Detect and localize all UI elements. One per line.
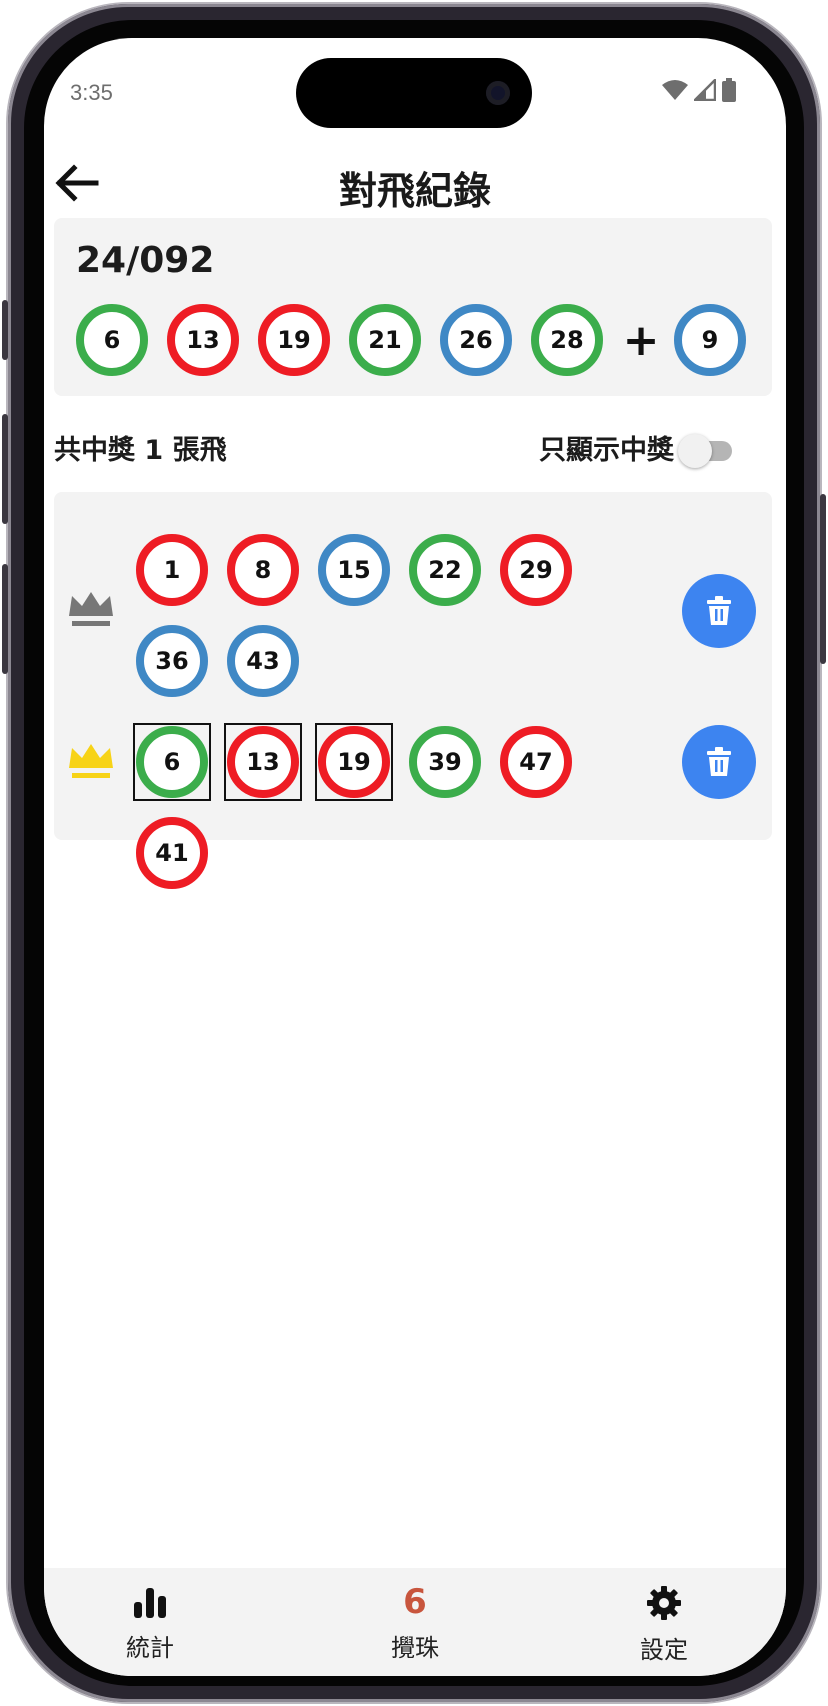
ticket-ball: 43: [227, 625, 299, 697]
nav-item-settings[interactable]: 設定: [604, 1586, 724, 1665]
ticket-ball: 41: [136, 817, 208, 889]
draw-ball: 28: [531, 304, 603, 376]
winners-only-toggle[interactable]: [678, 432, 734, 468]
ticket-ball-cell: 41: [134, 815, 210, 891]
ticket-list: 1 8 15 22 29 36 43 6 13 19 39 47 41: [54, 492, 772, 889]
ticket-ball: 8: [227, 534, 299, 606]
draw-ball: 26: [440, 304, 512, 376]
filter-label: 只顯示中獎: [539, 435, 674, 466]
signal-icon: [694, 79, 716, 101]
nav-item-stats[interactable]: 統計: [90, 1586, 210, 1663]
trash-icon: [707, 596, 731, 625]
matched-ball-cell: 6: [133, 723, 211, 801]
special-ball: 9: [674, 304, 746, 376]
ticket-row: 1 8 15 22 29 36 43: [54, 492, 772, 706]
ticket-ball: 1: [136, 534, 208, 606]
volume-up-button: [2, 414, 8, 524]
trash-icon: [707, 747, 731, 776]
ticket-ball-cell: 36: [134, 623, 210, 699]
draw-ball: 13: [167, 304, 239, 376]
ticket-ball: 36: [136, 625, 208, 697]
crown-icon: [69, 592, 113, 626]
draw-numbers: 6 13 19 21 26 28 + 9: [76, 304, 765, 376]
draw-result-card: 24/092 6 13 19 21 26 28 + 9: [54, 218, 772, 396]
power-button: [820, 494, 826, 664]
gear-icon: [647, 1586, 681, 1620]
crown-icon: [69, 744, 113, 778]
ticket-ball-cell: 29: [498, 532, 574, 608]
six-icon: 6: [403, 1582, 427, 1622]
ticket-ball: 39: [409, 726, 481, 798]
ticket-ball: 6: [136, 726, 208, 798]
ticket-ball-cell: 43: [225, 623, 301, 699]
delete-ticket-button[interactable]: [682, 725, 756, 799]
ticket-ball-cell: 8: [225, 532, 301, 608]
toggle-knob: [678, 434, 712, 468]
matched-ball-cell: 13: [224, 723, 302, 801]
page-title: 對飛紀錄: [338, 169, 491, 213]
ticket-ball-cell: 39: [407, 724, 483, 800]
bar-chart-icon: [134, 1588, 166, 1618]
ticket-ball: 47: [500, 726, 572, 798]
status-icons: [662, 78, 736, 102]
nav-label: 統計: [126, 1634, 174, 1662]
ticket-ball: 29: [500, 534, 572, 606]
nav-label: 攪珠: [391, 1634, 439, 1662]
draw-id: 24/092: [76, 240, 215, 281]
draw-ball: 19: [258, 304, 330, 376]
ticket-numbers: 1 8 15 22 29 36 43: [134, 532, 674, 714]
ticket-ball: 19: [318, 726, 390, 798]
battery-icon: [722, 78, 736, 102]
ticket-ball: 22: [409, 534, 481, 606]
ticket-ball: 15: [318, 534, 390, 606]
ticket-row: 6 13 19 39 47 41: [54, 722, 772, 889]
ticket-ball-cell: 15: [316, 532, 392, 608]
ticket-ball: 13: [227, 726, 299, 798]
app-screen: 3:35 對飛紀錄 24/092 6 13 19 21 26 28 + 9 共中…: [44, 38, 786, 1676]
volume-down-button: [2, 564, 8, 674]
matched-ball-cell: 19: [315, 723, 393, 801]
action-button: [2, 300, 8, 360]
bottom-nav: 統計 6 攪珠 設定: [44, 1568, 786, 1676]
status-time: 3:35: [70, 80, 113, 105]
ticket-ball-cell: 22: [407, 532, 483, 608]
ticket-numbers: 6 13 19 39 47 41: [133, 723, 674, 906]
dynamic-island: [296, 58, 532, 128]
draw-ball: 6: [76, 304, 148, 376]
plus-sign: +: [622, 314, 660, 366]
app-header: 對飛紀錄: [44, 148, 786, 218]
wifi-icon: [662, 80, 688, 100]
ticket-ball-cell: 47: [498, 724, 574, 800]
nav-item-draw[interactable]: 6 攪珠: [355, 1582, 475, 1663]
win-summary: 共中獎 1 張飛: [54, 435, 227, 466]
draw-ball: 21: [349, 304, 421, 376]
camera-icon: [486, 81, 510, 105]
nav-label: 設定: [640, 1636, 688, 1664]
ticket-ball-cell: 1: [134, 532, 210, 608]
delete-ticket-button[interactable]: [682, 574, 756, 648]
